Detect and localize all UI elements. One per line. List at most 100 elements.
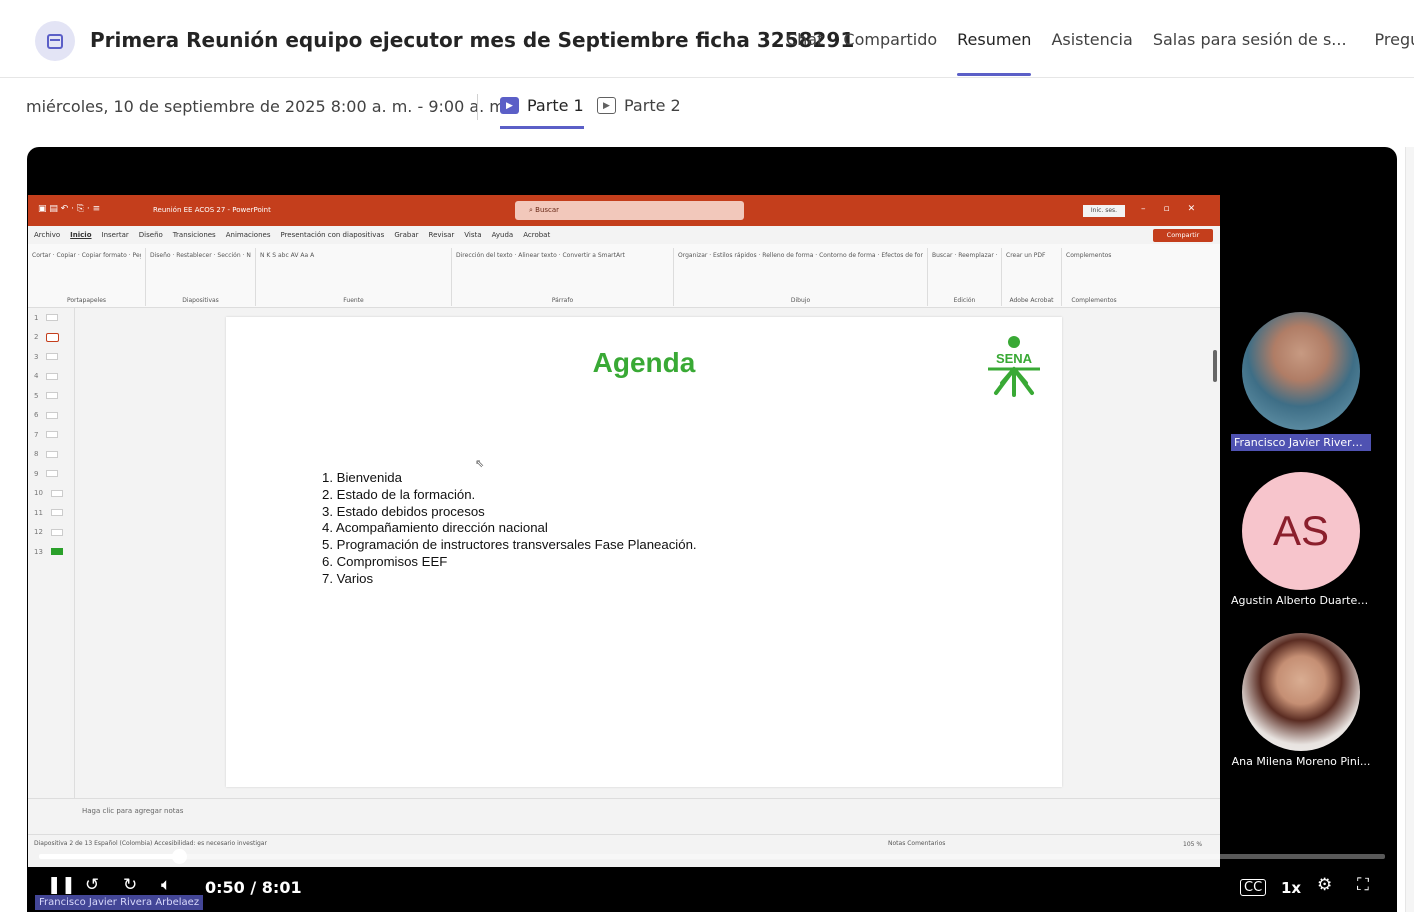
participant-name: Agustin Alberto Duarte ... [1231, 594, 1371, 607]
ppt-menu-item: Revisar [428, 231, 455, 239]
calendar-icon [35, 21, 75, 61]
ribbon-group: Diseño · Restablecer · Sección · Nueva d… [146, 248, 256, 306]
pause-icon[interactable]: ❚❚ [47, 875, 76, 895]
fullscreen-icon[interactable]: ⛶ [1357, 875, 1369, 895]
ppt-menu-item: Insertar [101, 231, 129, 239]
agenda-item: 3. Estado debidos procesos [322, 503, 485, 519]
ribbon-group: Complementos Complementos [1066, 252, 1117, 304]
slide-thumb: 9 [28, 464, 74, 484]
forward-10-icon[interactable]: ↻ [123, 875, 137, 895]
seek-bar-fill [39, 854, 179, 859]
slide-thumb: 7 [28, 425, 74, 445]
meeting-title: Primera Reunión equipo ejecutor mes de S… [90, 28, 855, 52]
part-2-button[interactable]: ▶ Parte 2 [597, 96, 681, 115]
ppt-window-controls: –▫✕ [1141, 204, 1214, 214]
agenda-item: 4. Acompañamiento dirección nacional [322, 520, 548, 536]
agenda-list: 1. Bienvenida 2. Estado de la formación.… [322, 470, 697, 588]
slide-thumbnails: 1 2 3 4 5 6 7 8 9 10 11 12 13 [28, 308, 74, 798]
meeting-header: Primera Reunión equipo ejecutor mes de S… [0, 0, 1414, 78]
slide-title: Agenda [592, 347, 696, 378]
status-left: Diapositiva 2 de 13 Español (Colombia) A… [34, 840, 267, 847]
status-right: Notas Comentarios [888, 840, 946, 847]
recording-date: miércoles, 10 de septiembre de 2025 8:00… [26, 97, 510, 116]
ppt-menu-item: Inicio [70, 231, 92, 239]
play-icon: ▶ [597, 97, 616, 114]
ribbon-group: Cortar · Copiar · Copiar formato · Pegar… [28, 248, 146, 306]
ppt-menu-item: Diseño [138, 231, 163, 239]
ppt-window-title: Reunión EE ACOS 27 - PowerPoint [153, 206, 271, 214]
ppt-menu-item: Transiciones [172, 231, 216, 239]
slide-thumb: 6 [28, 406, 74, 426]
quick-access-icons: ▣ ▤ ↶ · ⎘ · ≡ [38, 204, 101, 214]
agenda-item: 1. Bienvenida [322, 470, 402, 485]
ppt-menu-item: Ayuda [491, 231, 514, 239]
play-icon: ▶ [500, 97, 519, 114]
sena-logo: SENA [988, 336, 1040, 397]
ppt-scrollbar [1211, 308, 1220, 798]
participant-name: Francisco Javier Rivera ... [1231, 434, 1371, 451]
slide-thumb: 3 [28, 347, 74, 367]
ppt-menu-bar: Archivo Inicio Insertar Diseño Transicio… [28, 226, 1220, 244]
recording-bar: miércoles, 10 de septiembre de 2025 8:00… [0, 80, 1414, 136]
volume-icon[interactable]: 🔈︎ [161, 875, 171, 895]
participant-tile: AS Agustin Alberto Duarte ... [1231, 472, 1371, 611]
slide-thumb: 5 [28, 386, 74, 406]
playback-speed[interactable]: 1x [1281, 879, 1301, 897]
ppt-menu-item: Archivo [34, 231, 61, 239]
slide-thumb: 4 [28, 367, 74, 387]
ppt-menu-item: Acrobat [523, 231, 551, 239]
time-display: 0:50 / 8:01 [205, 878, 302, 897]
slide-thumb: 11 [28, 503, 74, 523]
ppt-menu-item: Animaciones [225, 231, 271, 239]
seek-handle[interactable] [171, 849, 187, 864]
side-panel-edge [1405, 147, 1414, 912]
slide-thumb: 1 [28, 308, 74, 328]
part-label: Parte 1 [527, 96, 584, 115]
tab-chat[interactable]: Chat [786, 30, 823, 76]
ppt-notes-pane: Haga clic para agregar notas [28, 798, 1220, 834]
ppt-share-button: Compartir [1153, 229, 1213, 242]
participant-name: Ana Milena Moreno Pini... [1231, 755, 1371, 768]
participant-tile: Francisco Javier Rivera ... [1231, 312, 1371, 455]
mouse-cursor-icon: ⇖ [475, 457, 485, 470]
slide-thumb: 2 [28, 328, 74, 348]
shared-screen-powerpoint: ▣ ▤ ↶ · ⎘ · ≡ Reunión EE ACOS 27 - Power… [28, 195, 1220, 867]
ribbon-group: Crear un PDF Adobe Acrobat [1002, 248, 1062, 306]
slide-thumb: 10 [28, 484, 74, 504]
participant-tile: Ana Milena Moreno Pini... [1231, 633, 1371, 772]
current-slide: Agenda SENA ⇖ 1. Bienvenida 2. Estado de… [226, 317, 1062, 787]
tab-compartido[interactable]: Compartido [843, 30, 937, 76]
pane-splitter [74, 308, 75, 798]
ppt-ribbon: Cortar · Copiar · Copiar formato · Pegar… [28, 244, 1220, 308]
meeting-tabs: Chat Compartido Resumen Asistencia Salas… [786, 30, 1414, 76]
rewind-10-icon[interactable]: ↺ [85, 875, 99, 895]
ribbon-group: Dirección del texto · Alinear texto · Co… [452, 248, 674, 306]
slide-thumb: 13 [28, 542, 74, 562]
ppt-search-box: ⌕ Buscar [515, 201, 744, 220]
tab-resumen[interactable]: Resumen [957, 30, 1032, 76]
ppt-title-bar: ▣ ▤ ↶ · ⎘ · ≡ Reunión EE ACOS 27 - Power… [28, 195, 1220, 226]
ppt-signin: Inic. ses. [1083, 205, 1125, 217]
presenter-tag: Francisco Javier Rivera Arbelaez [35, 895, 204, 910]
tab-asistencia[interactable]: Asistencia [1051, 30, 1132, 76]
captions-icon[interactable]: CC [1240, 879, 1267, 896]
agenda-item: 6. Compromisos EEF [322, 553, 448, 569]
seek-bar[interactable] [39, 849, 1385, 864]
zoom-level: 105 % [1183, 841, 1203, 848]
ppt-menu-item: Presentación con diapositivas [280, 231, 385, 239]
tab-preguntas[interactable]: Preguntas [1375, 30, 1414, 76]
avatar: AS [1242, 472, 1360, 590]
part-1-button[interactable]: ▶ Parte 1 [500, 96, 584, 129]
slide-thumb: 8 [28, 445, 74, 465]
ribbon-group: Organizar · Estilos rápidos · Relleno de… [674, 248, 928, 306]
agenda-item: 7. Varios [322, 570, 374, 586]
ppt-menu-item: Grabar [394, 231, 419, 239]
divider [477, 94, 478, 120]
participant-video [1242, 633, 1360, 751]
tab-salas[interactable]: Salas para sesión de s... [1153, 30, 1347, 76]
video-player[interactable]: ▣ ▤ ↶ · ⎘ · ≡ Reunión EE ACOS 27 - Power… [27, 147, 1397, 912]
svg-text:SENA: SENA [996, 351, 1033, 366]
notes-placeholder: Haga clic para agregar notas [82, 807, 184, 815]
ribbon-group: Buscar · Reemplazar · Seleccionar Edició… [928, 248, 1002, 306]
settings-icon[interactable]: ⚙ [1317, 875, 1332, 895]
